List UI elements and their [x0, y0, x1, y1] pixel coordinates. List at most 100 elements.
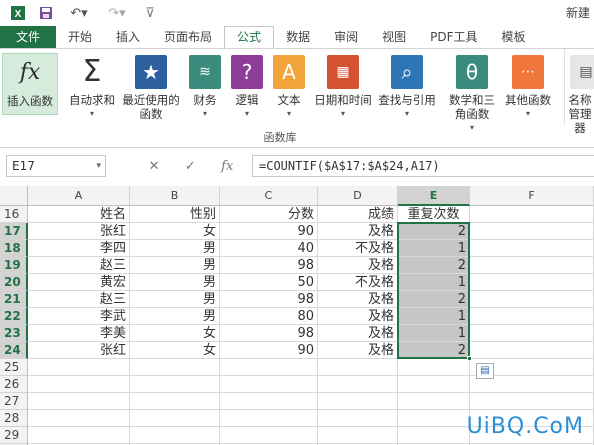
cell-c18[interactable]: 40 — [220, 240, 318, 257]
cell-a27[interactable] — [28, 393, 130, 410]
tab-data[interactable]: 数据 — [274, 26, 322, 48]
row-header-24[interactable]: 24 — [0, 342, 28, 359]
row-header-18[interactable]: 18 — [0, 240, 28, 257]
row-header-26[interactable]: 26 — [0, 376, 28, 393]
row-header-25[interactable]: 25 — [0, 359, 28, 376]
cell-c22[interactable]: 80 — [220, 308, 318, 325]
tab-file[interactable]: 文件 — [0, 26, 56, 48]
cell-b21[interactable]: 男 — [130, 291, 220, 308]
column-header-d[interactable]: D — [318, 186, 398, 206]
cell-d21[interactable]: 及格 — [318, 291, 398, 308]
cell-f19[interactable] — [470, 257, 594, 274]
cell-a22[interactable]: 李武 — [28, 308, 130, 325]
cell-c27[interactable] — [220, 393, 318, 410]
name-box[interactable]: E17 ▾ — [6, 155, 106, 177]
cell-c26[interactable] — [220, 376, 318, 393]
cell-f21[interactable] — [470, 291, 594, 308]
chevron-down-icon[interactable]: ▾ — [96, 156, 101, 176]
more-functions-button[interactable]: ⋯ 其他函数 ▾ — [502, 53, 554, 121]
text-button[interactable]: A 文本 ▾ — [272, 53, 306, 121]
formula-input[interactable]: =COUNTIF($A$17:$A$24,A17) — [252, 155, 594, 177]
select-all-corner[interactable] — [0, 186, 28, 206]
redo-icon[interactable]: ↷▾ — [102, 3, 132, 23]
cell-b24[interactable]: 女 — [130, 342, 220, 359]
math-trig-button[interactable]: θ 数学和三角函数 ▾ — [446, 53, 498, 135]
cell-c24[interactable]: 90 — [220, 342, 318, 359]
financial-button[interactable]: ≋ 财务 ▾ — [188, 53, 222, 121]
cell-b29[interactable] — [130, 427, 220, 444]
row-header-17[interactable]: 17 — [0, 223, 28, 240]
cell-c20[interactable]: 50 — [220, 274, 318, 291]
save-icon[interactable] — [36, 3, 56, 23]
cell-f23[interactable] — [470, 325, 594, 342]
cell-e28[interactable] — [398, 410, 470, 427]
fill-handle[interactable] — [467, 356, 472, 361]
cell-b28[interactable] — [130, 410, 220, 427]
cell-c28[interactable] — [220, 410, 318, 427]
column-header-c[interactable]: C — [220, 186, 318, 206]
cell-b19[interactable]: 男 — [130, 257, 220, 274]
cell-d26[interactable] — [318, 376, 398, 393]
cell-e18[interactable]: 1 — [398, 240, 470, 257]
cancel-icon[interactable]: ✕ — [149, 159, 160, 174]
cell-e22[interactable]: 1 — [398, 308, 470, 325]
cell-a19[interactable]: 赵三 — [28, 257, 130, 274]
column-header-f[interactable]: F — [470, 186, 594, 206]
column-header-a[interactable]: A — [28, 186, 130, 206]
cell-f16[interactable] — [470, 206, 594, 223]
cell-d28[interactable] — [318, 410, 398, 427]
cell-a29[interactable] — [28, 427, 130, 444]
column-header-b[interactable]: B — [130, 186, 220, 206]
cell-a23[interactable]: 李美 — [28, 325, 130, 342]
cell-e17[interactable]: 2 — [398, 223, 470, 240]
cell-e16[interactable]: 重复次数 — [398, 206, 470, 223]
row-header-23[interactable]: 23 — [0, 325, 28, 342]
cell-f17[interactable] — [470, 223, 594, 240]
cell-a16[interactable]: 姓名 — [28, 206, 130, 223]
cell-a24[interactable]: 张红 — [28, 342, 130, 359]
cell-e23[interactable]: 1 — [398, 325, 470, 342]
cell-d19[interactable]: 及格 — [318, 257, 398, 274]
cell-d20[interactable]: 不及格 — [318, 274, 398, 291]
tab-templates[interactable]: 模板 — [490, 26, 538, 48]
cell-c29[interactable] — [220, 427, 318, 444]
column-header-e[interactable]: E — [398, 186, 470, 206]
cell-b23[interactable]: 女 — [130, 325, 220, 342]
cell-a20[interactable]: 黄宏 — [28, 274, 130, 291]
autosum-button[interactable]: Σ 自动求和 ▾ — [66, 53, 118, 121]
cell-c17[interactable]: 90 — [220, 223, 318, 240]
tab-insert[interactable]: 插入 — [104, 26, 152, 48]
recently-used-button[interactable]: ★ 最近使用的函数 — [120, 53, 182, 121]
row-header-20[interactable]: 20 — [0, 274, 28, 291]
cell-e21[interactable]: 2 — [398, 291, 470, 308]
cell-d18[interactable]: 不及格 — [318, 240, 398, 257]
cell-a28[interactable] — [28, 410, 130, 427]
cell-d25[interactable] — [318, 359, 398, 376]
cell-d24[interactable]: 及格 — [318, 342, 398, 359]
cell-e24[interactable]: 2 — [398, 342, 470, 359]
row-header-21[interactable]: 21 — [0, 291, 28, 308]
date-time-button[interactable]: ▦ 日期和时间 ▾ — [312, 53, 374, 121]
cell-e26[interactable] — [398, 376, 470, 393]
cell-b20[interactable]: 男 — [130, 274, 220, 291]
cell-e29[interactable] — [398, 427, 470, 444]
lookup-reference-button[interactable]: ⌕ 查找与引用 ▾ — [376, 53, 438, 121]
insert-function-button[interactable]: fx 插入函数 — [2, 53, 58, 115]
cell-f27[interactable] — [470, 393, 594, 410]
tab-formulas[interactable]: 公式 — [224, 26, 275, 48]
cell-d22[interactable]: 及格 — [318, 308, 398, 325]
row-header-27[interactable]: 27 — [0, 393, 28, 410]
cell-b26[interactable] — [130, 376, 220, 393]
cell-c19[interactable]: 98 — [220, 257, 318, 274]
cell-a25[interactable] — [28, 359, 130, 376]
cell-f18[interactable] — [470, 240, 594, 257]
undo-icon[interactable]: ↶▾ — [64, 3, 94, 23]
cell-a17[interactable]: 张红 — [28, 223, 130, 240]
cell-c23[interactable]: 98 — [220, 325, 318, 342]
row-header-16[interactable]: 16 — [0, 206, 28, 223]
cell-b22[interactable]: 男 — [130, 308, 220, 325]
enter-icon[interactable]: ✓ — [185, 159, 196, 174]
cell-d17[interactable]: 及格 — [318, 223, 398, 240]
logical-button[interactable]: ? 逻辑 ▾ — [230, 53, 264, 121]
name-manager-button[interactable]: ▤ 名称管理器 — [566, 53, 594, 135]
